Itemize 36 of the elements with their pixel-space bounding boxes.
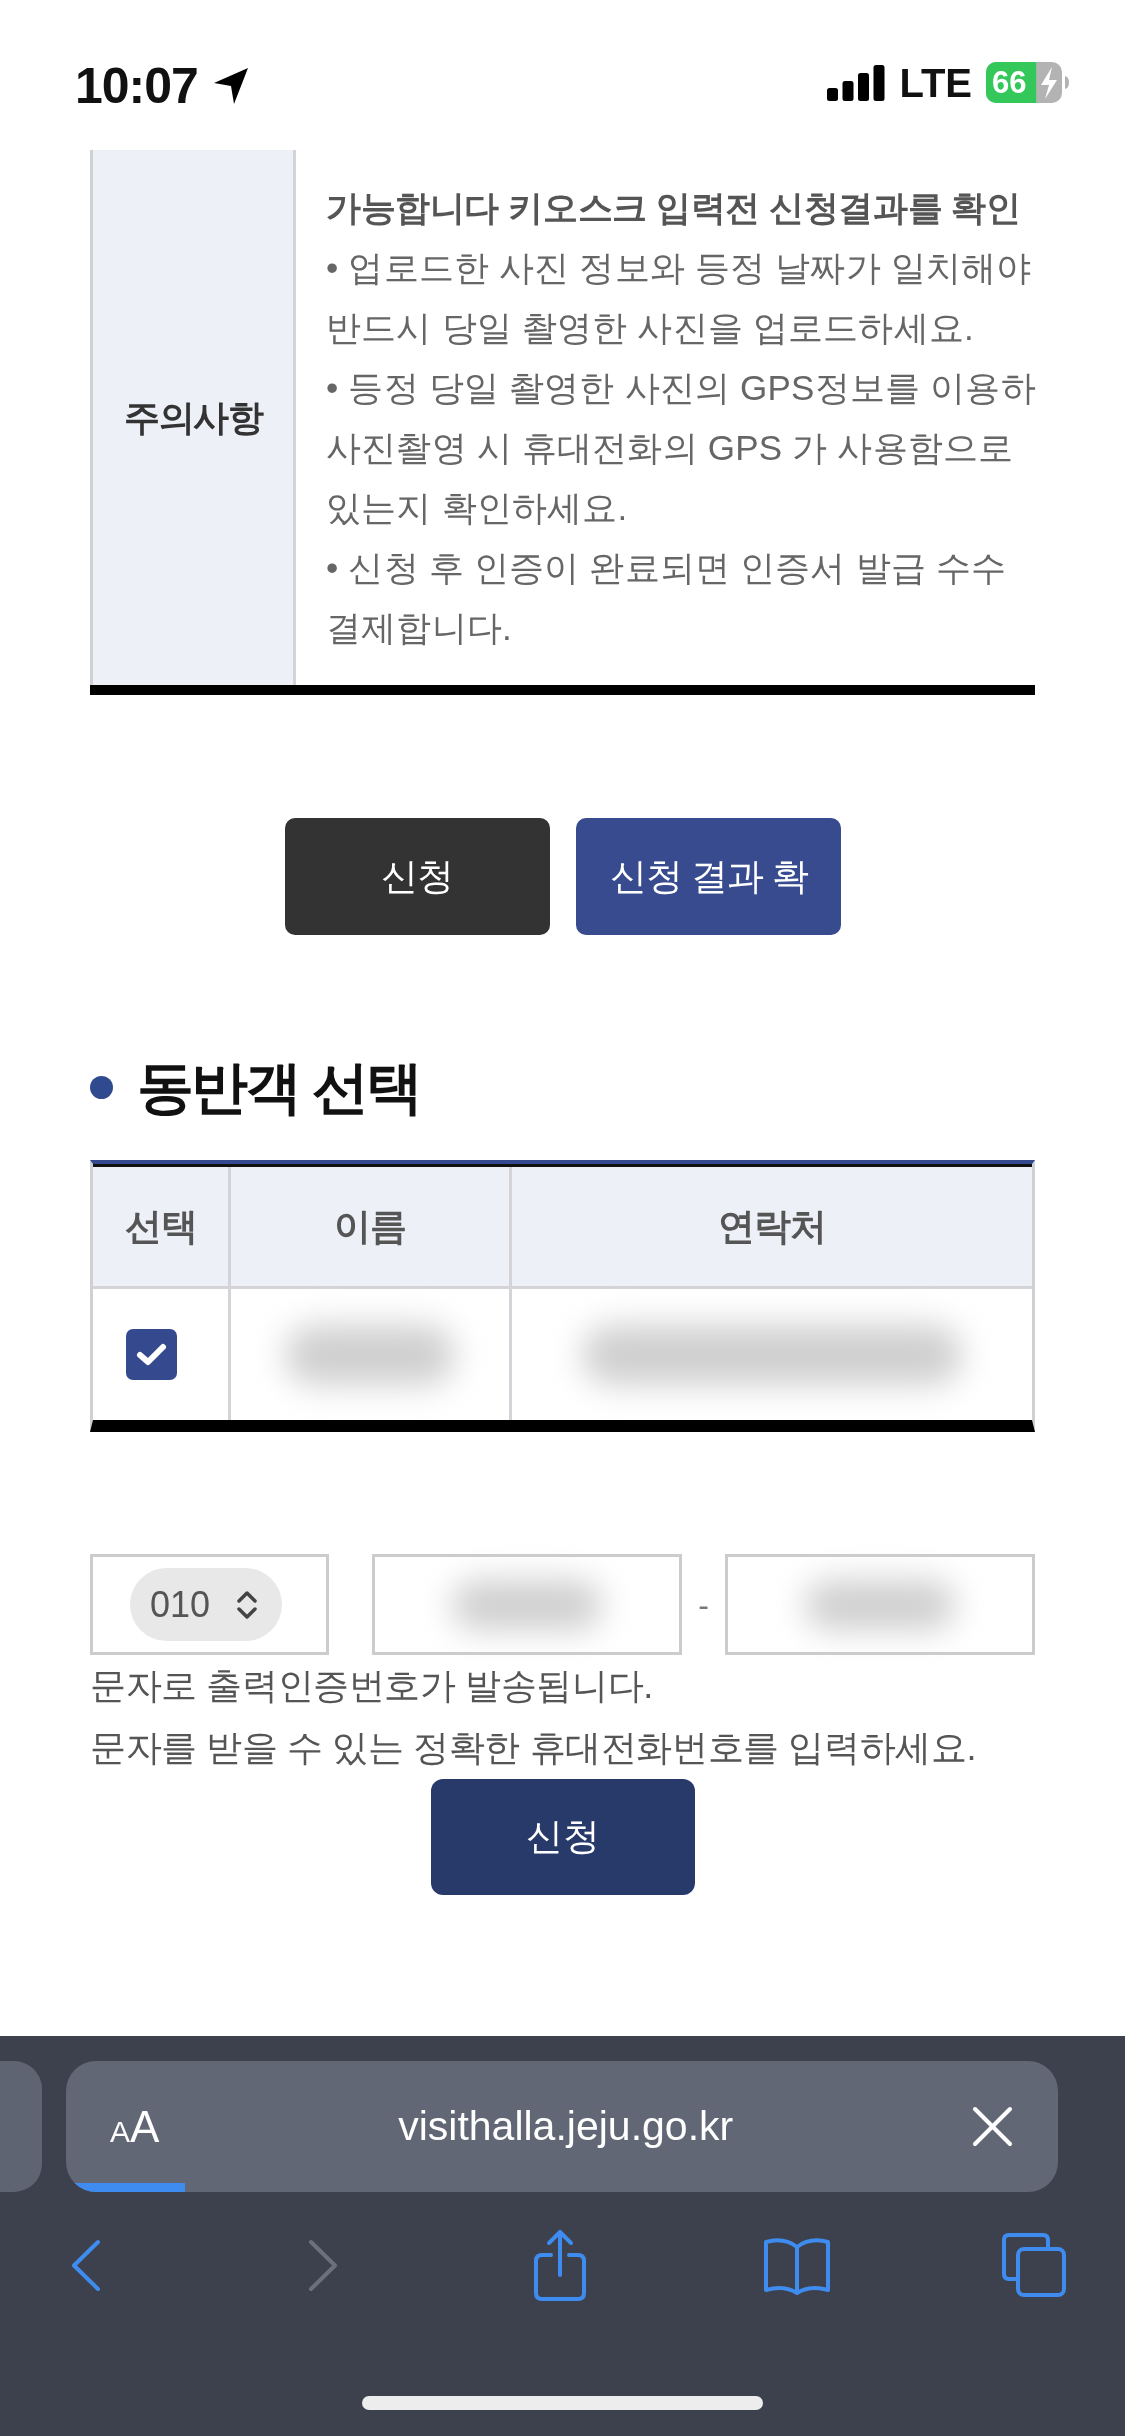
adjacent-tab[interactable] (0, 2061, 42, 2192)
signal-bars-icon (827, 64, 886, 101)
notice-label: 주의사항 (124, 395, 262, 440)
column-header: 연락처 (718, 1204, 826, 1249)
help-text: 문자를 받을 수 있는 정확한 휴대전화번호를 입력하세요. (90, 1726, 977, 1770)
column-header: 선택 (124, 1204, 197, 1249)
notice-text: • 등정 당일 촬영한 사진의 GPS정보를 이용하 사진촬영 시 휴대전화의 GPS 가 사용함으로 있는지 확인하세요. (326, 367, 1036, 529)
open-book-icon (762, 2235, 832, 2295)
chevron-up-down-icon (236, 1588, 259, 1621)
checkbox[interactable] (126, 1329, 177, 1380)
area-code-select[interactable]: 010 (130, 1568, 283, 1641)
page-format-button[interactable]: AA (110, 2104, 160, 2149)
close-icon (972, 2106, 1013, 2147)
clock-time: 10:07 (75, 62, 198, 110)
notice-text: • 신청 후 인증이 완료되면 인증서 발급 수수 결제합니다. (326, 547, 1008, 649)
bullet-dot-icon (90, 1075, 113, 1099)
section-title: 동반객 선택 (137, 1054, 420, 1121)
dash-separator: - (697, 1585, 710, 1625)
notice-text: • 업로드한 사진 정보와 등정 날짜가 일치해야 반드시 당일 촬영한 사진을 업로드하세요. (326, 247, 1033, 349)
submit-button[interactable]: 신청 (430, 1779, 695, 1895)
apply-button[interactable]: 신청 (284, 818, 550, 935)
network-type: LTE (899, 62, 972, 103)
notice-text: 가능합니다 키오스크 입력전 신청결과를 확인 (326, 187, 1022, 229)
address-bar[interactable]: AA visithalla.jeju.go.kr (66, 2061, 1058, 2192)
check-result-button[interactable]: 신청 결과 확 (575, 818, 841, 935)
close-button[interactable] (972, 2106, 1013, 2147)
help-text: 문자로 출력인증번호가 발송됩니다. (90, 1664, 654, 1708)
phone-number-field[interactable] (725, 1554, 1035, 1655)
chevron-right-icon (308, 2238, 338, 2292)
url-text: visithalla.jeju.go.kr (398, 2101, 734, 2151)
share-icon (531, 2228, 589, 2302)
overlapping-squares-icon (1000, 2231, 1068, 2299)
column-header: 이름 (334, 1204, 406, 1249)
chevron-left-icon (71, 2238, 101, 2292)
battery-percentage: 66 (992, 64, 1027, 102)
phone-number-field[interactable] (372, 1554, 682, 1655)
